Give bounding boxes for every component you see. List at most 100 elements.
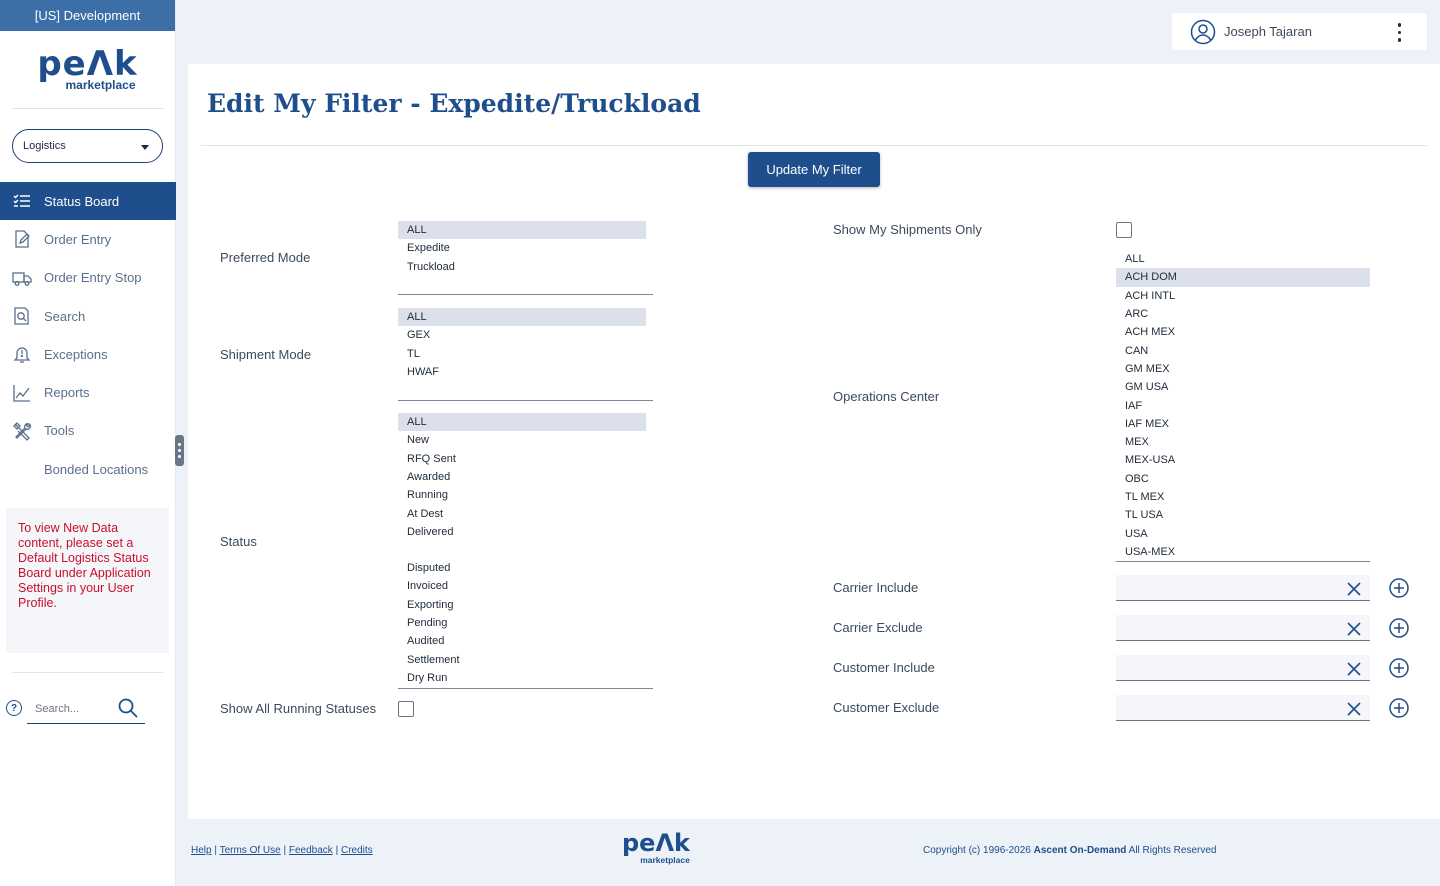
tools-icon	[12, 421, 32, 441]
close-icon[interactable]	[1346, 621, 1362, 642]
list-option[interactable]: ALL	[398, 221, 646, 240]
page-title: Edit My Filter - Expedite/Truckload	[207, 89, 701, 118]
list-option[interactable]: Settlement	[398, 650, 653, 668]
sidebar-item-status-board[interactable]: Status Board	[0, 182, 176, 221]
list-option[interactable]: USA-MEX	[1116, 543, 1370, 561]
help-link[interactable]: Help	[191, 845, 212, 856]
search-icon[interactable]	[117, 697, 139, 724]
list-option[interactable]: GM USA	[1116, 378, 1370, 396]
preferred-mode-listbox[interactable]: ALL Expedite Truckload	[398, 221, 653, 295]
department-select[interactable]: Logistics	[12, 129, 163, 163]
list-option[interactable]: Exporting	[398, 596, 653, 614]
add-circle-icon[interactable]	[1389, 578, 1409, 598]
credits-link[interactable]: Credits	[341, 845, 373, 856]
sidebar-item-order-entry-stop[interactable]: Order Entry Stop	[0, 259, 176, 297]
list-option[interactable]: MEX-USA	[1116, 451, 1370, 469]
operations-center-label: Operations Center	[833, 389, 940, 404]
add-circle-icon[interactable]	[1389, 658, 1409, 678]
list-option[interactable]: IAF MEX	[1116, 415, 1370, 433]
list-option[interactable]: CAN	[1116, 341, 1370, 359]
title-divider	[201, 145, 1427, 146]
list-option[interactable]: ARC	[1116, 305, 1370, 323]
data-notice: To view New Data content, please set a D…	[6, 508, 169, 653]
main-card: Edit My Filter - Expedite/Truckload Upda…	[188, 64, 1440, 819]
sidebar-divider	[12, 672, 163, 673]
close-icon[interactable]	[1346, 661, 1362, 682]
list-option[interactable]: Pending	[398, 614, 653, 632]
sidebar-item-bonded-locations[interactable]: Bonded Locations	[0, 450, 176, 488]
help-icon[interactable]: ?	[6, 700, 22, 716]
peak-logo[interactable]: peΛk marketplace	[12, 31, 163, 109]
user-menu[interactable]: Joseph Tajaran	[1172, 13, 1427, 50]
update-filter-button[interactable]: Update My Filter	[748, 152, 880, 187]
list-option[interactable]: Dry Run	[398, 669, 653, 687]
add-circle-icon[interactable]	[1389, 618, 1409, 638]
carrier-exclude-input[interactable]	[1116, 615, 1370, 641]
list-option[interactable]: Awarded	[398, 468, 653, 486]
environment-banner: [US] Development	[0, 0, 175, 31]
status-label: Status	[220, 534, 257, 549]
list-option[interactable]: GM MEX	[1116, 360, 1370, 378]
list-option[interactable]: ALL	[1116, 250, 1370, 268]
list-option[interactable]: ALL	[398, 308, 646, 327]
list-option[interactable]: ACH INTL	[1116, 287, 1370, 305]
sidebar-search-input[interactable]	[27, 702, 111, 715]
show-my-shipments-label: Show My Shipments Only	[833, 222, 982, 237]
list-option[interactable]: At Dest	[398, 504, 653, 522]
show-all-running-checkbox[interactable]	[398, 701, 414, 717]
list-option[interactable]: Audited	[398, 632, 653, 650]
status-listbox-continued[interactable]: Disputed Invoiced Exporting Pending Audi…	[398, 559, 653, 689]
list-option[interactable]: Invoiced	[398, 577, 653, 595]
list-option[interactable]: ACH DOM	[1116, 268, 1370, 287]
show-my-shipments-checkbox[interactable]	[1116, 222, 1132, 238]
list-option[interactable]: ALL	[398, 413, 646, 432]
footer-links: Help | Terms Of Use | Feedback | Credits	[191, 845, 373, 856]
customer-include-input[interactable]	[1116, 655, 1370, 681]
sidebar-item-label: Search	[44, 308, 86, 324]
terms-link[interactable]: Terms Of Use	[220, 845, 281, 856]
list-option[interactable]: Running	[398, 486, 653, 504]
operations-center-listbox[interactable]: ALL ACH DOM ACH INTL ARC ACH MEX CAN GM …	[1116, 250, 1370, 562]
close-icon[interactable]	[1346, 701, 1362, 722]
sidebar-item-reports[interactable]: Reports	[0, 373, 176, 411]
sidebar-item-exceptions[interactable]: Exceptions	[0, 335, 176, 373]
list-option[interactable]: TL MEX	[1116, 488, 1370, 506]
footer-logo: peΛk marketplace	[622, 831, 690, 865]
shipment-mode-listbox[interactable]: ALL GEX TL HWAF	[398, 308, 653, 401]
customer-exclude-input[interactable]	[1116, 695, 1370, 721]
sidebar-item-label: Tools	[44, 423, 75, 439]
add-circle-icon[interactable]	[1389, 698, 1409, 718]
sidebar-item-search[interactable]: Search	[0, 297, 176, 335]
footer: Help | Terms Of Use | Feedback | Credits…	[176, 819, 1440, 886]
logo-subtitle: marketplace	[640, 855, 690, 865]
edit-doc-icon	[12, 229, 32, 249]
list-option[interactable]: Expedite	[398, 239, 653, 257]
logo-wordmark: peΛk	[622, 829, 690, 857]
list-option[interactable]: USA	[1116, 524, 1370, 542]
logo-subtitle: marketplace	[65, 77, 136, 92]
sidebar-item-order-entry[interactable]: Order Entry	[0, 220, 176, 258]
list-option[interactable]: HWAF	[398, 363, 653, 381]
carrier-exclude-label: Carrier Exclude	[833, 620, 923, 635]
list-option[interactable]: GEX	[398, 326, 653, 344]
list-option[interactable]: Disputed	[398, 559, 653, 577]
list-option[interactable]: Delivered	[398, 523, 653, 541]
list-option[interactable]: OBC	[1116, 470, 1370, 488]
sidebar-resize-handle[interactable]	[175, 435, 184, 466]
close-icon[interactable]	[1346, 581, 1362, 602]
list-option[interactable]: TL USA	[1116, 506, 1370, 524]
carrier-include-input[interactable]	[1116, 575, 1370, 601]
list-option[interactable]: TL	[398, 345, 653, 363]
list-option[interactable]: Truckload	[398, 258, 653, 276]
list-option[interactable]: ACH MEX	[1116, 323, 1370, 341]
list-option[interactable]: MEX	[1116, 433, 1370, 451]
sidebar-item-label: Order Entry Stop	[44, 270, 142, 286]
list-option[interactable]: New	[398, 431, 653, 449]
list-option[interactable]: RFQ Sent	[398, 450, 653, 468]
sidebar-item-tools[interactable]: Tools	[0, 412, 176, 450]
list-option[interactable]: IAF	[1116, 396, 1370, 414]
sidebar-item-label: Bonded Locations	[44, 461, 149, 477]
feedback-link[interactable]: Feedback	[289, 845, 333, 856]
status-listbox[interactable]: ALL New RFQ Sent Awarded Running At Dest…	[398, 413, 653, 543]
more-vertical-icon[interactable]	[1397, 23, 1401, 42]
